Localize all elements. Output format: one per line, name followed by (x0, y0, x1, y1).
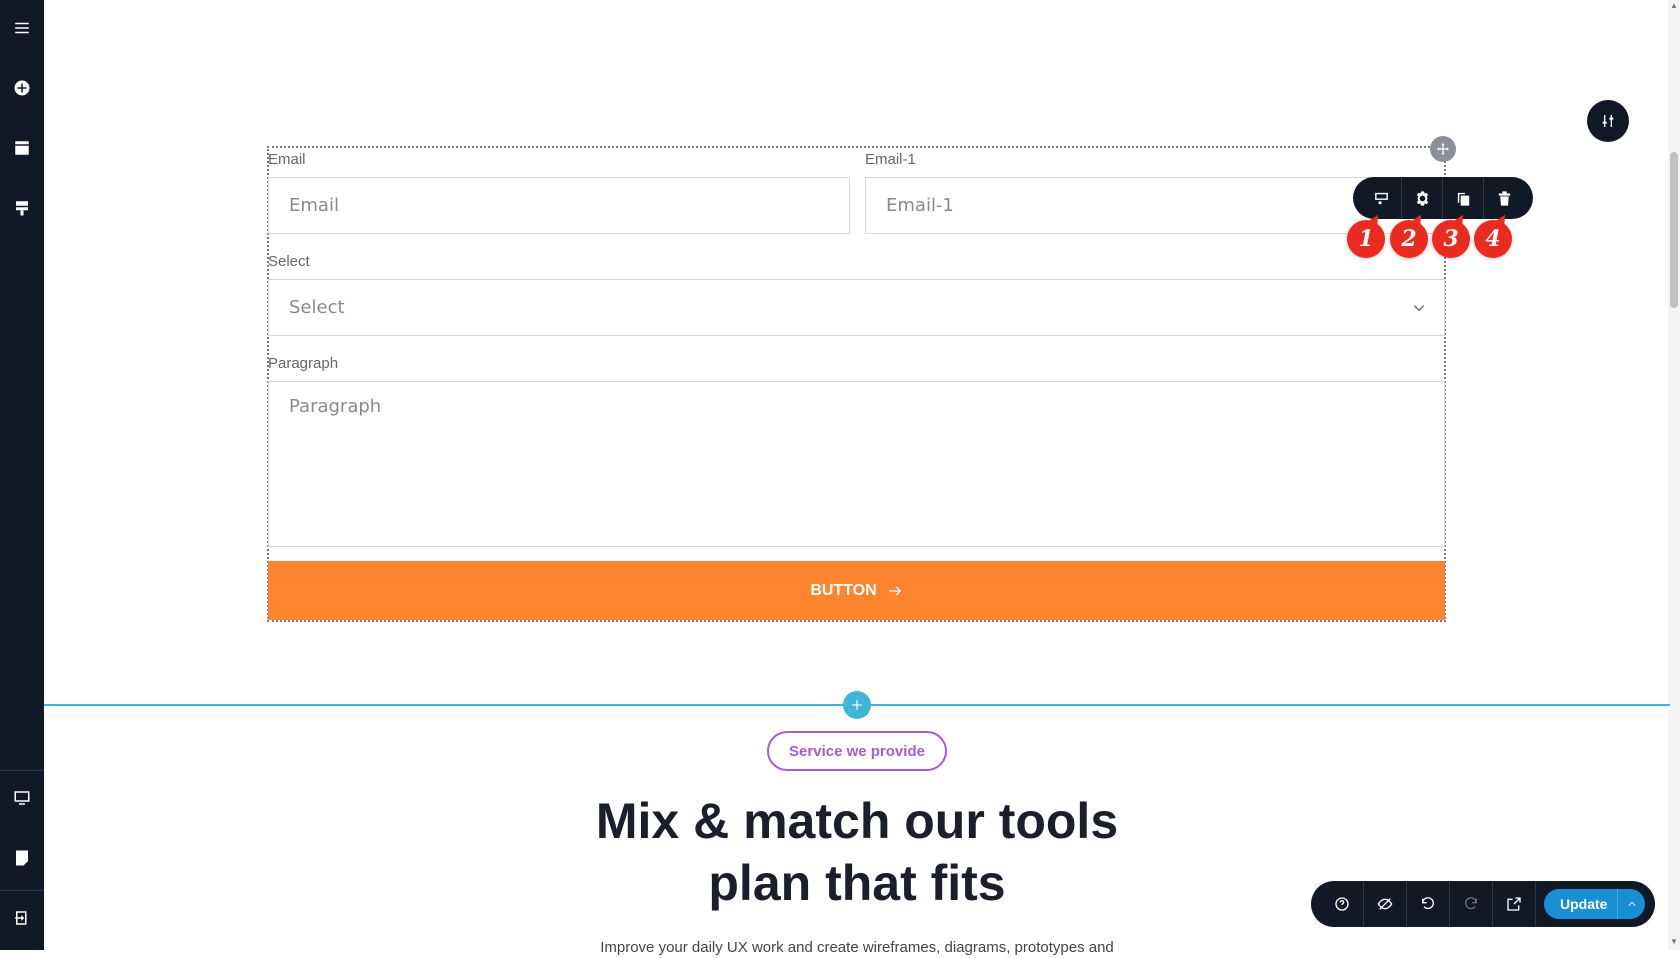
email-input[interactable]: Email (268, 177, 850, 234)
external-link-icon (1507, 897, 1521, 911)
bottom-toolbar: Update (1311, 881, 1655, 927)
layout-icon[interactable] (10, 136, 34, 160)
service-pill[interactable]: Service we provide (767, 731, 947, 771)
heading-line-2: plan that fits (708, 855, 1006, 911)
update-button[interactable]: Update (1544, 889, 1646, 919)
add-element-icon[interactable] (10, 76, 34, 100)
arrow-right-icon (888, 586, 901, 595)
redo-icon (1465, 897, 1477, 910)
exit-icon[interactable] (10, 906, 34, 930)
submit-button[interactable]: BUTTON (268, 561, 1445, 620)
select-value: Select (289, 297, 345, 318)
plus-icon (852, 700, 862, 710)
section-subtext: Improve your daily UX work and create wi… (600, 939, 1114, 956)
update-button-label: Update (1560, 896, 1608, 912)
page-settings-button[interactable] (1587, 100, 1629, 142)
submit-button-label: BUTTON (810, 581, 877, 599)
paragraph-label: Paragraph (268, 355, 339, 372)
settings-button[interactable] (1402, 177, 1443, 219)
heading-line-1: Mix & match our tools (595, 793, 1119, 849)
move-handle-icon[interactable] (1430, 136, 1456, 162)
help-icon (1335, 897, 1349, 911)
duplicate-button[interactable] (1443, 177, 1484, 219)
desktop-view-icon[interactable] (10, 786, 34, 810)
sidebar-divider (0, 890, 44, 891)
scroll-up-arrow[interactable]: ▲ (1670, 2, 1678, 10)
scroll-thumb[interactable] (1670, 152, 1678, 308)
element-toolbar (1353, 177, 1533, 219)
sidebar-divider (0, 770, 44, 771)
email1-label: Email-1 (865, 151, 916, 168)
menu-icon[interactable] (10, 16, 34, 40)
select-dropdown[interactable]: Select (268, 279, 1445, 336)
preview-button[interactable] (1493, 881, 1536, 927)
chevron-down-icon (1413, 304, 1425, 311)
add-section-button[interactable] (843, 691, 871, 719)
annotation-marker-1: 1 (1347, 220, 1385, 258)
chevron-up-icon (1628, 901, 1636, 906)
duplicate-icon (1457, 192, 1469, 206)
delete-button[interactable] (1484, 177, 1525, 219)
trash-icon (1498, 190, 1511, 206)
eye-off-icon (1377, 898, 1393, 910)
scroll-down-arrow[interactable]: ▼ (1670, 938, 1678, 946)
email-label: Email (268, 151, 306, 168)
annotation-marker-3: 3 (1432, 220, 1470, 258)
paragraph-textarea[interactable]: Paragraph (268, 381, 1445, 547)
undo-icon (1422, 897, 1434, 910)
help-button[interactable] (1321, 881, 1364, 927)
undo-button[interactable] (1407, 881, 1450, 927)
hide-button[interactable] (1364, 881, 1407, 927)
left-sidebar (0, 0, 44, 950)
annotation-marker-2: 2 (1390, 220, 1428, 258)
section-heading: Mix & match our tools plan that fits (500, 790, 1214, 914)
page-icon[interactable] (10, 846, 34, 870)
tools-icon[interactable] (10, 196, 34, 220)
gear-icon (1416, 190, 1428, 206)
sliders-icon (1602, 115, 1614, 127)
scrollbar[interactable]: ▲ ▼ (1668, 0, 1680, 950)
select-label: Select (268, 253, 310, 270)
update-options-button[interactable] (1617, 889, 1645, 919)
annotation-marker-4: 4 (1474, 220, 1512, 258)
edit-section-icon (1374, 192, 1388, 204)
redo-button[interactable] (1450, 881, 1493, 927)
edit-section-button[interactable] (1361, 177, 1402, 219)
